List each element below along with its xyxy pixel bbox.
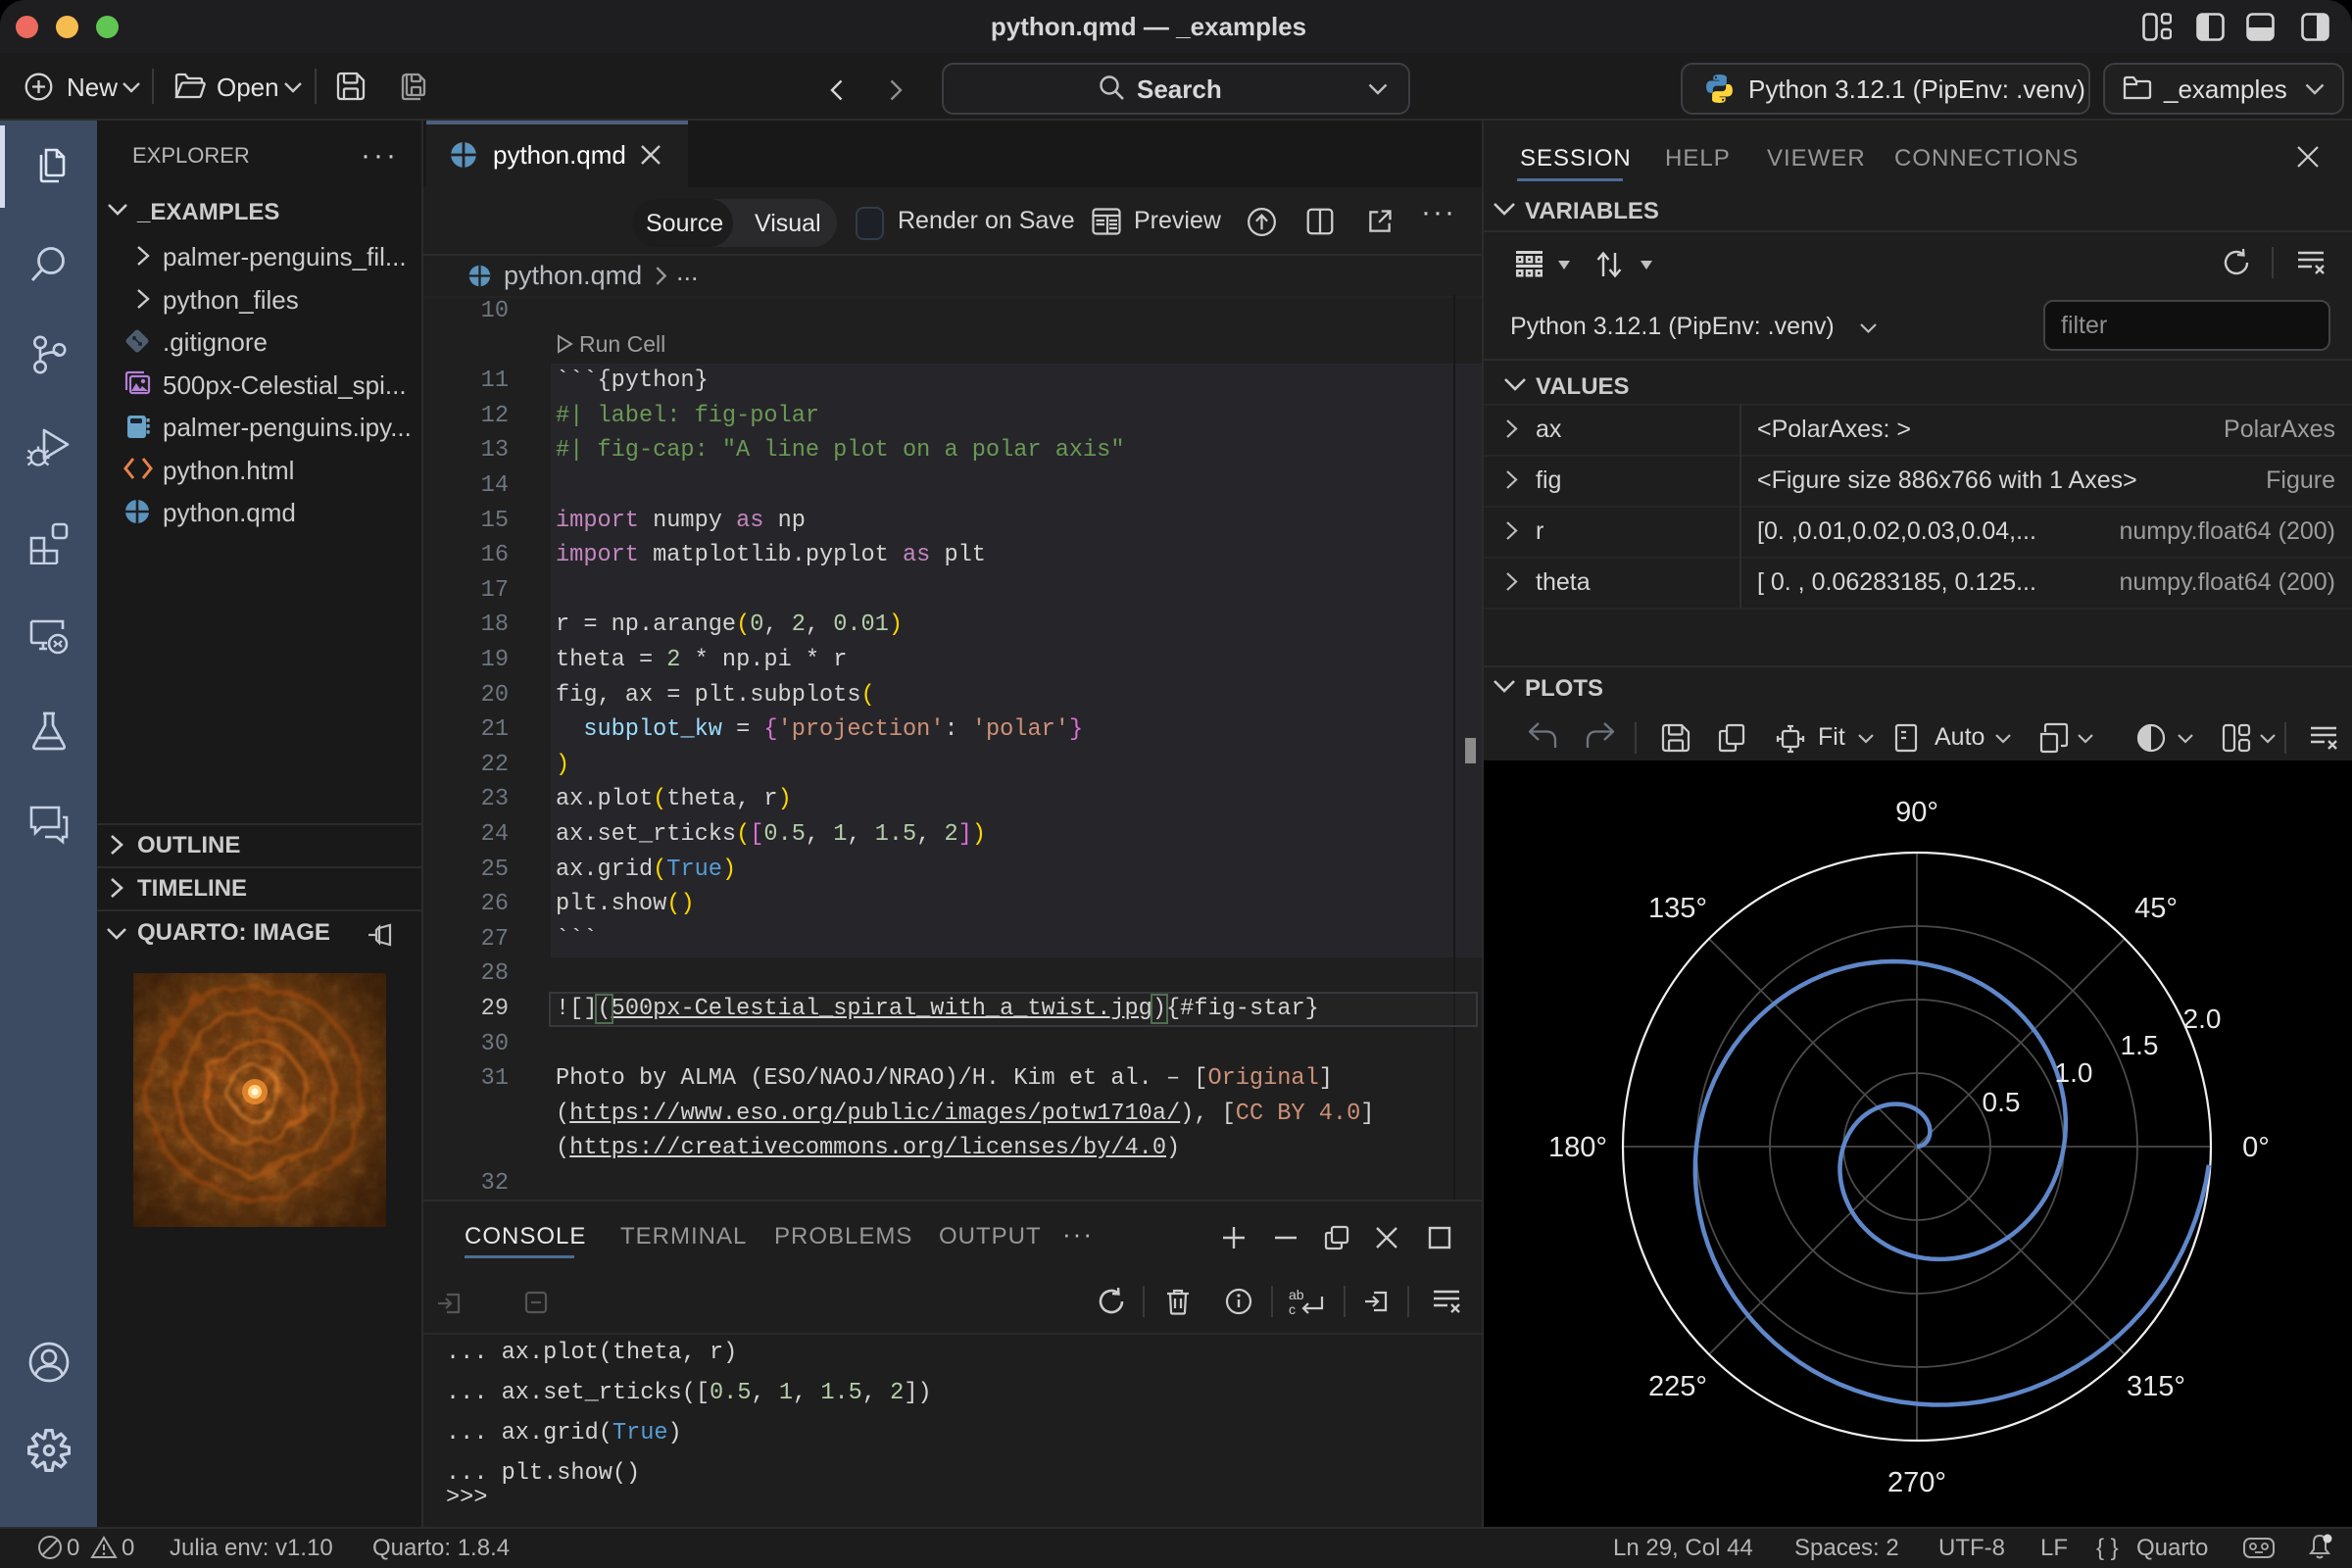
- svg-text:0°: 0°: [2242, 1132, 2270, 1163]
- svg-text:1.0: 1.0: [2055, 1057, 2093, 1088]
- svg-text:225°: 225°: [1648, 1371, 1707, 1402]
- svg-text:ab: ab: [1289, 1287, 1304, 1302]
- svg-text:180°: 180°: [1548, 1132, 1607, 1163]
- svg-text:2.0: 2.0: [2183, 1004, 2222, 1034]
- svg-text:135°: 135°: [1648, 893, 1707, 924]
- svg-text:45°: 45°: [2134, 893, 2178, 924]
- svg-text:1.5: 1.5: [2121, 1030, 2159, 1060]
- svg-text:270°: 270°: [1887, 1467, 1946, 1498]
- svg-text:0.5: 0.5: [1983, 1087, 2021, 1117]
- svg-text:c: c: [1289, 1301, 1296, 1317]
- svg-text:315°: 315°: [2127, 1371, 2185, 1402]
- svg-text:90°: 90°: [1895, 797, 1938, 828]
